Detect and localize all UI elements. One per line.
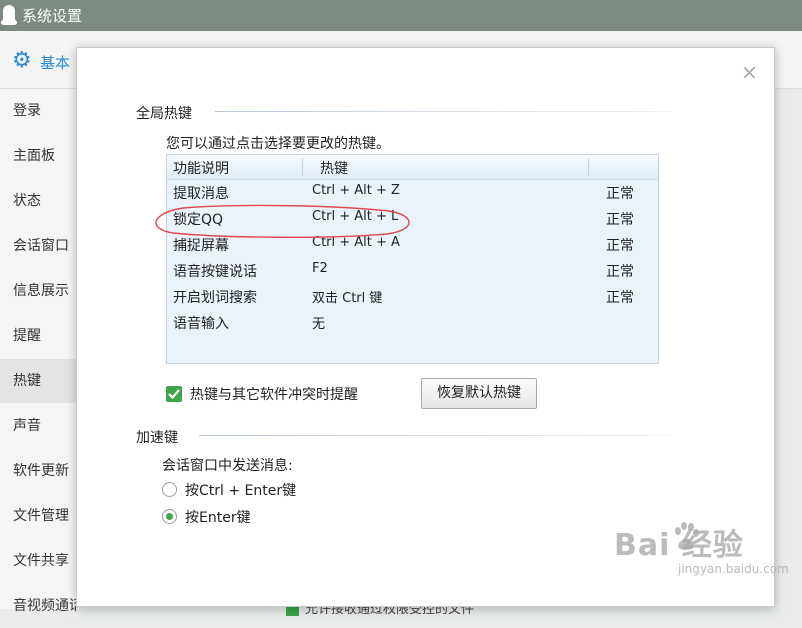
radio-ctrl-enter[interactable]: [162, 482, 177, 497]
row-status: 正常: [606, 290, 634, 306]
table-row[interactable]: 语音输入 无: [167, 310, 658, 336]
tab-basic[interactable]: 基本: [40, 52, 70, 73]
row-hotkey[interactable]: 双击 Ctrl 键: [312, 287, 382, 306]
row-status: 正常: [606, 186, 634, 202]
sidebar-item-sound[interactable]: 声音: [0, 404, 76, 448]
table-header: 功能说明 热键: [167, 155, 658, 180]
row-status: 正常: [606, 238, 634, 254]
hotkey-hint-text: 您可以通过点击选择要更改的热键。: [166, 136, 390, 152]
row-function: 语音输入: [173, 316, 229, 332]
section-divider: [199, 435, 671, 436]
sidebar-item-file-management[interactable]: 文件管理: [0, 494, 76, 538]
row-function: 提取消息: [173, 186, 229, 202]
radio-selected-dot: [166, 513, 173, 520]
row-function: 开启划词搜索: [173, 290, 257, 306]
table-row[interactable]: 提取消息 Ctrl + Alt + Z 正常: [167, 180, 658, 206]
sidebar-item-reminders[interactable]: 提醒: [0, 314, 76, 358]
restore-default-hotkeys-button[interactable]: 恢复默认热键: [421, 378, 537, 409]
section-title-accelerator: 加速键: [136, 430, 178, 446]
conflict-reminder-label[interactable]: 热键与其它软件冲突时提醒: [190, 384, 358, 404]
row-function: 捕捉屏幕: [173, 238, 229, 254]
checkbox-checked-icon[interactable]: [166, 386, 182, 402]
sidebar-item-av-call[interactable]: 音视频通话: [0, 584, 76, 628]
sidebar-item-main-panel[interactable]: 主面板: [0, 134, 76, 178]
row-hotkey[interactable]: F2: [312, 261, 328, 276]
title-bar: 系统设置: [0, 0, 802, 31]
baidu-paw-icon: [675, 522, 699, 550]
gear-icon: ⚙: [12, 48, 32, 73]
row-hotkey[interactable]: 无: [312, 313, 325, 332]
column-header-hotkey: 热键: [320, 161, 348, 177]
row-function: 语音按键说话: [173, 264, 257, 280]
sidebar-item-file-sharing[interactable]: 文件共享: [0, 539, 76, 583]
window-title: 系统设置: [22, 7, 83, 25]
sidebar-item-info-display[interactable]: 信息展示: [0, 269, 76, 313]
column-separator: [588, 158, 589, 176]
row-status: 正常: [606, 264, 634, 280]
baidu-jingyan-watermark: Bai 经验 jingyan.baidu.com: [614, 520, 789, 576]
section-divider: [215, 111, 671, 112]
close-button[interactable]: ×: [741, 60, 758, 84]
qq-penguin-icon: [1, 5, 17, 25]
hotkey-table: 功能说明 热键 提取消息 Ctrl + Alt + Z 正常 锁定QQ Ctrl…: [166, 154, 659, 364]
table-row[interactable]: 语音按键说话 F2 正常: [167, 258, 658, 284]
sidebar-item-status[interactable]: 状态: [0, 179, 76, 223]
row-status: 正常: [606, 212, 634, 228]
sidebar-item-chat-window[interactable]: 会话窗口: [0, 224, 76, 268]
column-header-function: 功能说明: [173, 161, 229, 177]
radio-ctrl-enter-label[interactable]: 按Ctrl + Enter键: [185, 480, 296, 500]
sidebar-item-hotkeys[interactable]: 热键: [0, 359, 76, 403]
table-row[interactable]: 开启划词搜索 双击 Ctrl 键 正常: [167, 284, 658, 310]
sidebar-item-software-update[interactable]: 软件更新: [0, 449, 76, 493]
settings-sidebar: 登录 主面板 状态 会话窗口 信息展示 提醒 热键 声音 软件更新 文件管理 文…: [0, 89, 76, 614]
radio-enter[interactable]: [162, 509, 177, 524]
send-message-question: 会话窗口中发送消息:: [162, 458, 293, 474]
row-hotkey[interactable]: Ctrl + Alt + Z: [312, 183, 400, 198]
radio-enter-label[interactable]: 按Enter键: [185, 507, 251, 527]
watermark-url-text: jingyan.baidu.com: [678, 562, 789, 576]
annotation-loop: [155, 204, 410, 238]
sidebar-item-login[interactable]: 登录: [0, 89, 76, 133]
column-separator: [302, 158, 303, 176]
section-title-global-hotkeys: 全局热键: [136, 106, 192, 122]
